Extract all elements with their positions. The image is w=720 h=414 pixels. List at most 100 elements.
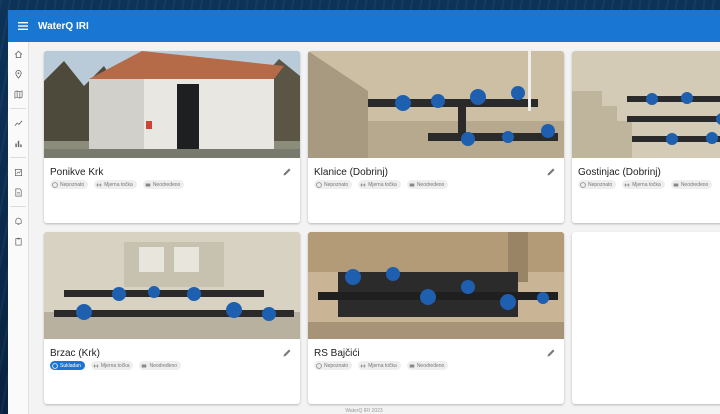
chip-label: Nepoznato — [60, 181, 85, 188]
pencil-icon — [283, 168, 291, 176]
station-title: Klanice (Dobrinj) — [314, 167, 388, 178]
sensor-chip: Neodređeno — [670, 180, 713, 189]
station-chips: Nepoznato Mjerna točka Neodređeno — [578, 180, 713, 189]
status-icon — [52, 362, 58, 369]
status-icon — [580, 181, 586, 188]
station-chips: Nepoznato Mjerna točka Neodređeno — [50, 180, 185, 189]
status-icon — [316, 362, 322, 369]
chip-label: Nepoznato — [588, 181, 613, 188]
bar-chart-icon — [14, 140, 22, 147]
app-title: WaterQ IRI — [38, 20, 89, 32]
app-bar: WaterQ IRI — [8, 10, 720, 42]
measure-point-icon — [96, 182, 102, 188]
station-card[interactable]: RS Bajčići Nepoznato Mjerna točka Neodre… — [308, 232, 564, 404]
chip-label: Neodređeno — [416, 362, 445, 369]
document-icon — [14, 188, 22, 196]
status-chip: Nepoznato — [578, 180, 617, 189]
sensor-chip: Neodređeno — [139, 361, 182, 370]
location-icon — [14, 69, 22, 79]
edit-button[interactable] — [546, 348, 556, 358]
pencil-icon — [547, 349, 555, 357]
sensor-icon — [409, 182, 415, 188]
station-title: Ponikve Krk — [50, 167, 104, 178]
chip-label: Neodređeno — [416, 181, 445, 188]
chip-label: Sukladan — [60, 362, 81, 369]
home-icon — [14, 50, 22, 58]
measure-point-icon — [624, 182, 630, 188]
status-icon — [316, 181, 322, 188]
sidebar-item-charts[interactable] — [11, 136, 25, 150]
measure-point-icon — [360, 363, 366, 369]
station-title: Gostinjac (Dobrinj) — [578, 167, 661, 178]
valves-photo — [308, 232, 564, 339]
sensor-chip: Neodređeno — [406, 361, 449, 370]
station-chips: Sukladan Mjerna točka Neodređeno — [50, 361, 182, 370]
sidebar — [8, 42, 29, 414]
sensor-icon — [141, 363, 147, 369]
menu-button[interactable] — [12, 15, 34, 37]
station-card[interactable]: Brzac (Krk) Sukladan Mjerna točka Neodre… — [44, 232, 300, 404]
chip-label: Nepoznato — [324, 362, 349, 369]
sidebar-item-document[interactable] — [11, 185, 25, 199]
pencil-icon — [283, 349, 291, 357]
station-title: RS Bajčići — [314, 348, 360, 359]
trend-icon — [14, 120, 22, 126]
station-card[interactable]: Ponikve Krk Nepoznato Mjerna točka Neodr… — [44, 51, 300, 223]
status-chip: Nepoznato — [314, 361, 353, 370]
pencil-icon — [547, 168, 555, 176]
type-chip: Mjerna točka — [622, 180, 665, 189]
building-photo — [44, 51, 300, 158]
alert-icon — [14, 217, 22, 225]
measure-point-icon — [93, 363, 99, 369]
chip-label: Neodređeno — [149, 362, 178, 369]
pipes-photo — [308, 51, 564, 158]
sensor-icon — [145, 182, 151, 188]
sensor-icon — [673, 182, 679, 188]
station-chips: Nepoznato Mjerna točka Neodređeno — [314, 180, 449, 189]
status-chip: Sukladan — [50, 361, 85, 370]
status-chip: Nepoznato — [314, 180, 353, 189]
add-station-card[interactable]: + — [572, 232, 720, 404]
edit-button[interactable] — [282, 348, 292, 358]
app-window: WaterQ IRI Ponikve Krk Nepoznato Mjerna … — [8, 10, 720, 414]
hamburger-icon — [18, 22, 28, 30]
status-icon — [52, 181, 58, 188]
chip-label: Mjerna točka — [100, 362, 130, 369]
station-chips: Nepoznato Mjerna točka Neodređeno — [314, 361, 449, 370]
status-chip: Nepoznato — [50, 180, 89, 189]
sidebar-item-home[interactable] — [11, 47, 25, 61]
sidebar-item-alerts[interactable] — [11, 214, 25, 228]
sidebar-divider — [10, 157, 26, 158]
type-chip: Mjerna točka — [94, 180, 137, 189]
chip-label: Mjerna točka — [632, 181, 661, 188]
sensor-chip: Neodređeno — [406, 180, 449, 189]
sidebar-item-report[interactable] — [11, 165, 25, 179]
type-chip: Mjerna točka — [358, 180, 401, 189]
chip-label: Neodređeno — [152, 181, 181, 188]
edit-button[interactable] — [546, 167, 556, 177]
sidebar-item-clipboard[interactable] — [11, 234, 25, 248]
sidebar-item-location[interactable] — [11, 67, 25, 81]
station-title: Brzac (Krk) — [50, 348, 100, 359]
pump-room-photo — [44, 232, 300, 339]
map-icon — [14, 89, 22, 99]
type-chip: Mjerna točka — [358, 361, 401, 370]
footer: WaterQ IRI 2023 — [345, 408, 383, 414]
measure-point-icon — [360, 182, 366, 188]
station-card[interactable]: Klanice (Dobrinj) Nepoznato Mjerna točka… — [308, 51, 564, 223]
sidebar-item-map[interactable] — [11, 87, 25, 101]
chip-label: Nepoznato — [324, 181, 349, 188]
chip-label: Mjerna točka — [104, 181, 133, 188]
station-card[interactable]: Gostinjac (Dobrinj) Nepoznato Mjerna toč… — [572, 51, 720, 223]
pipes-stairs-photo — [572, 51, 720, 158]
edit-button[interactable] — [282, 167, 292, 177]
sidebar-divider — [10, 108, 26, 109]
chip-label: Neodređeno — [680, 181, 709, 188]
chip-label: Mjerna točka — [368, 181, 397, 188]
sensor-icon — [409, 363, 415, 369]
sidebar-item-trend[interactable] — [11, 116, 25, 130]
stations-grid: Ponikve Krk Nepoznato Mjerna točka Neodr… — [44, 51, 720, 414]
sidebar-divider — [10, 206, 26, 207]
clipboard-icon — [14, 237, 22, 245]
chip-label: Mjerna točka — [368, 362, 397, 369]
